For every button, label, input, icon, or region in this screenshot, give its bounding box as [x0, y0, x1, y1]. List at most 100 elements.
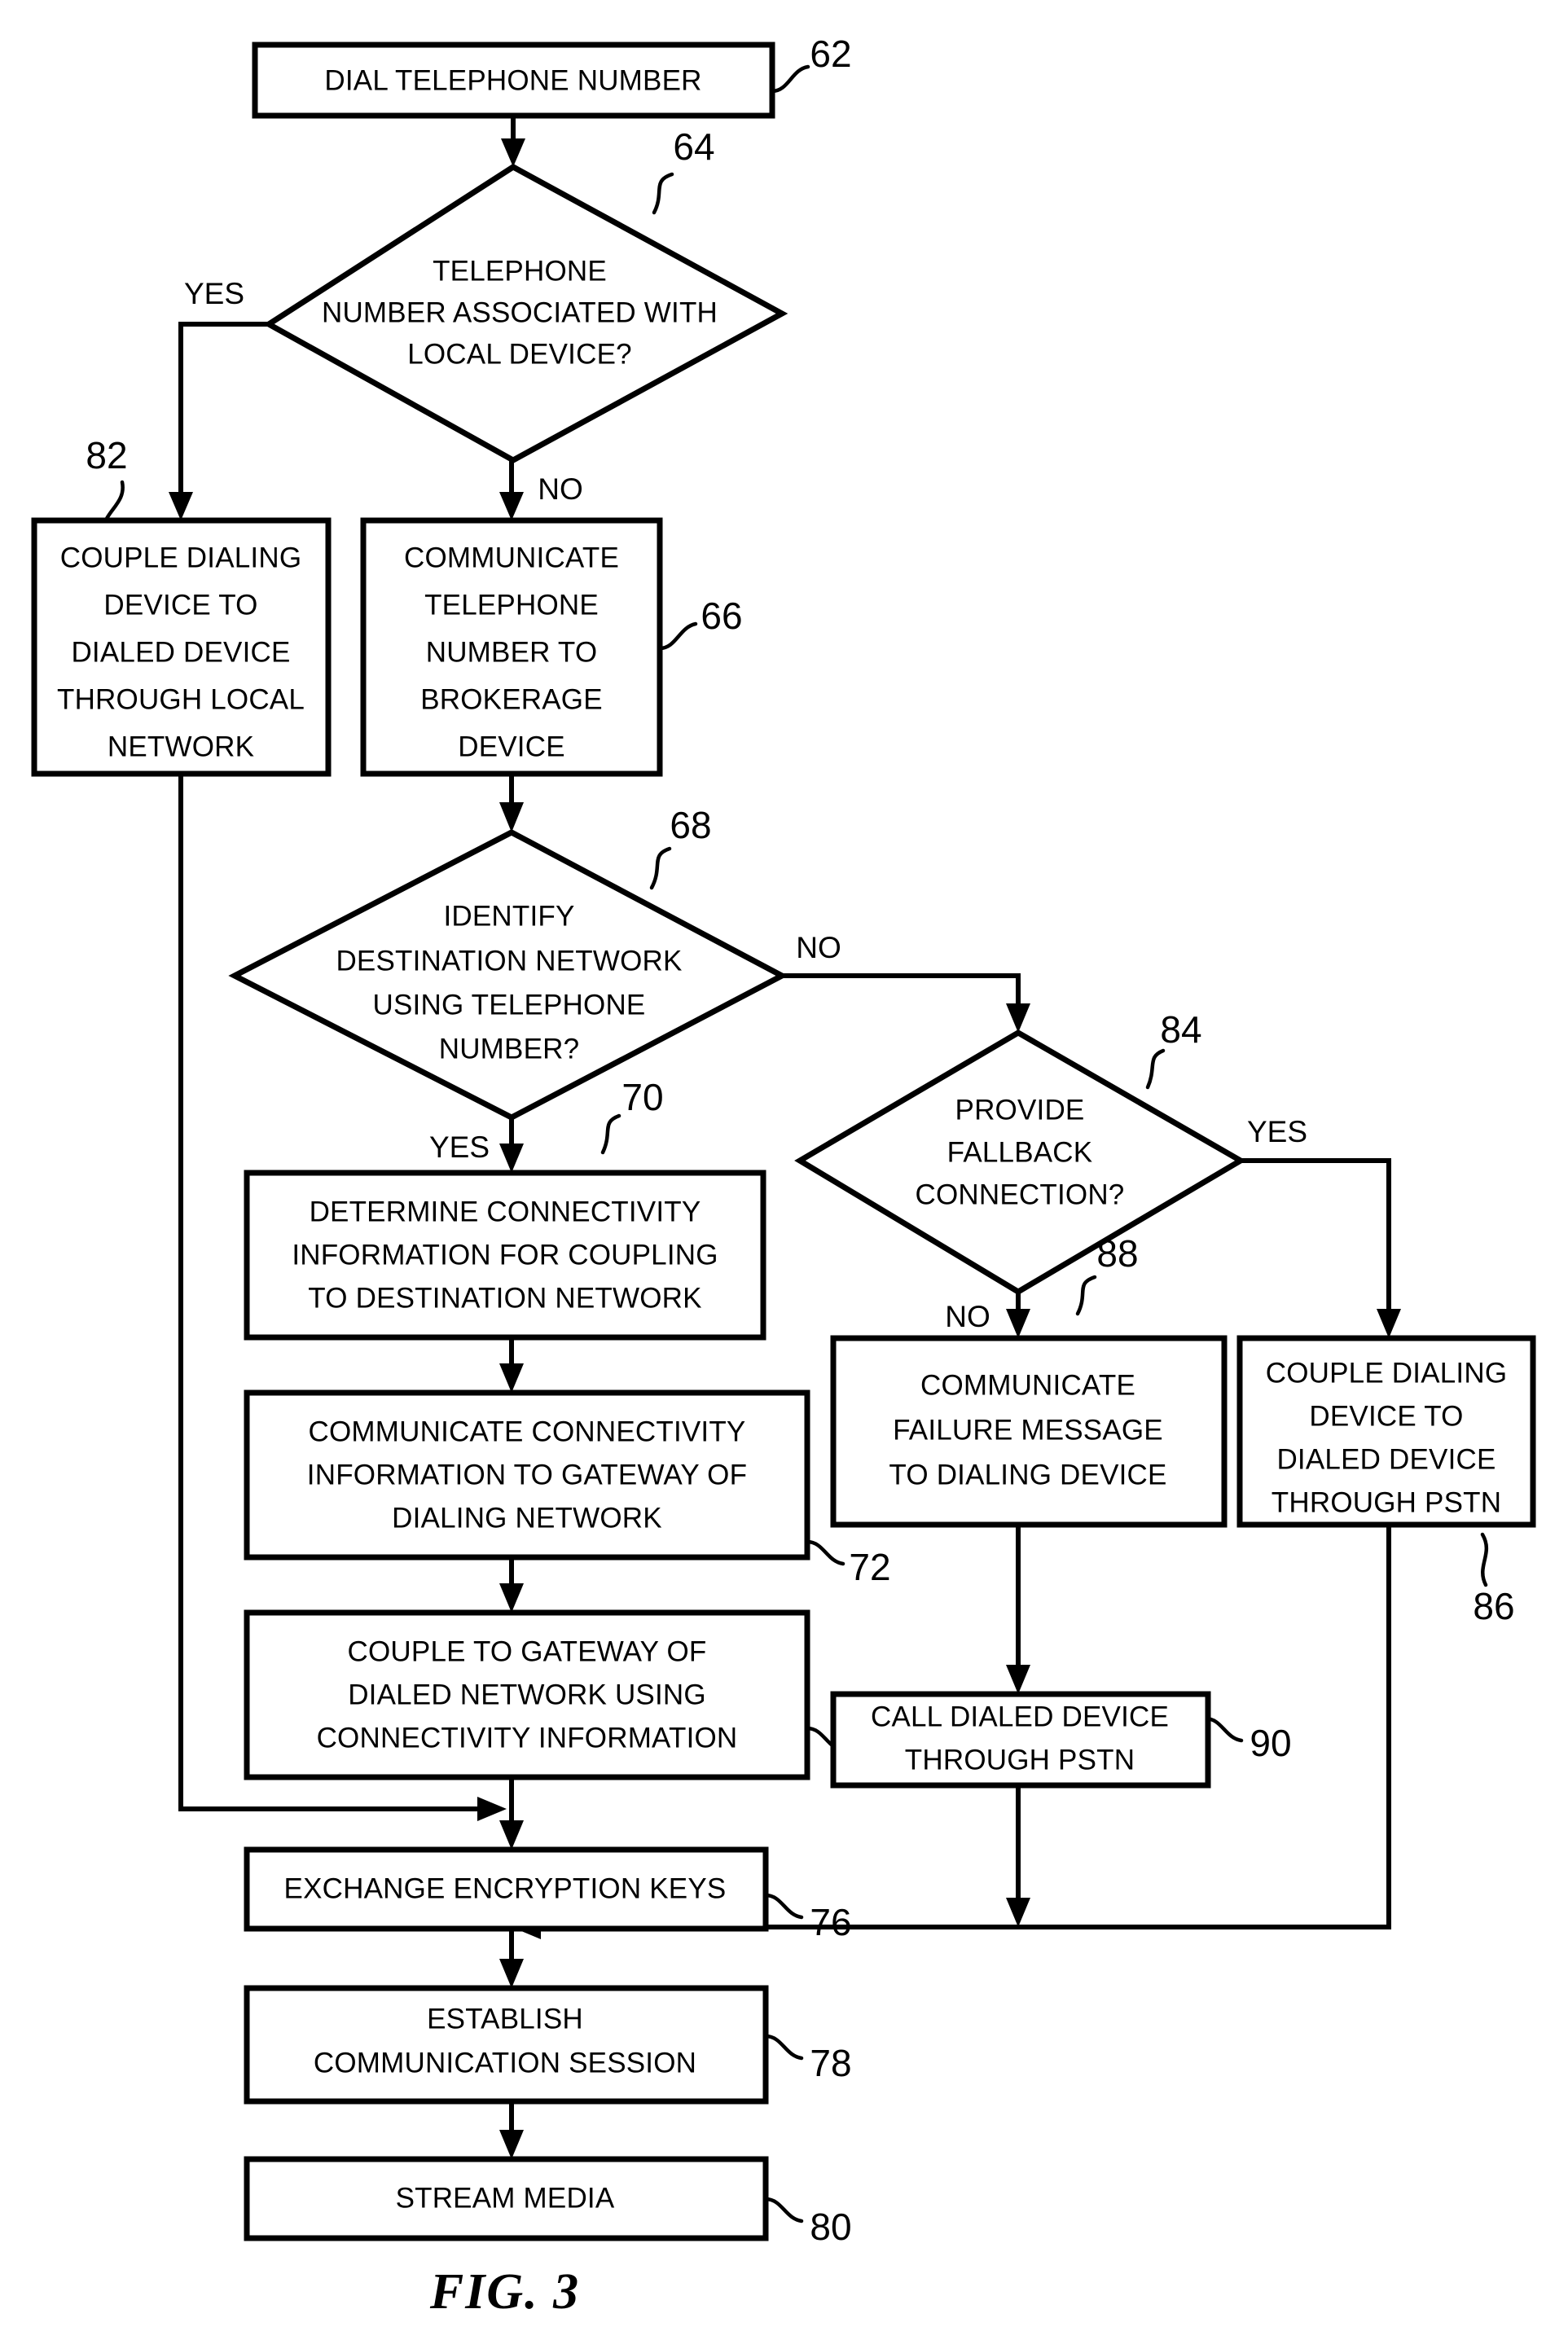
arrowhead-64-yes-to-82 — [169, 492, 193, 520]
node-84-line-0: PROVIDE — [955, 1094, 1085, 1126]
arrowhead-62-to-64 — [501, 138, 525, 167]
edge-64-yes-to-82 — [178, 322, 269, 505]
leader-64 — [652, 172, 674, 215]
arrowhead-76-to-78 — [499, 1959, 524, 1988]
node-86-line-1: DEVICE TO — [1309, 1400, 1463, 1432]
arrowhead-68-yes-to-70 — [499, 1144, 524, 1173]
ref-label-78: 78 — [810, 2042, 851, 2084]
node-72-communicate-connectivity-to-gateway: COMMUNICATE CONNECTIVITY INFORMATION TO … — [244, 1389, 891, 1588]
arrowhead-88-to-90 — [1006, 1665, 1030, 1694]
node-88-line-2: TO DIALING DEVICE — [889, 1459, 1166, 1490]
node-86-line-2: DIALED DEVICE — [1276, 1443, 1496, 1475]
node-88-line-1: FAILURE MESSAGE — [893, 1414, 1163, 1446]
patent-figure-3: DIAL TELEPHONE NUMBER 62 TELEPHONE NUMBE… — [0, 0, 1568, 2331]
node-90-line-0: CALL DIALED DEVICE — [871, 1701, 1169, 1732]
arrowhead-82-merge — [477, 1797, 507, 1821]
node-86-line-0: COUPLE DIALING — [1266, 1357, 1508, 1389]
arrowhead-64-no-to-66 — [499, 492, 524, 520]
branch-label-84-yes: YES — [1247, 1115, 1307, 1148]
node-64-telephone-number-local-device: TELEPHONE NUMBER ASSOCIATED WITH LOCAL D… — [184, 125, 788, 506]
node-90-line-1: THROUGH PSTN — [905, 1744, 1135, 1776]
node-82-line-2: DIALED DEVICE — [71, 636, 290, 668]
node-84-line-1: FALLBACK — [947, 1136, 1093, 1168]
branch-label-68-yes: YES — [429, 1130, 490, 1164]
node-66-line-4: DEVICE — [458, 731, 565, 762]
leader-90 — [1203, 1716, 1244, 1743]
node-76-line-0: EXCHANGE ENCRYPTION KEYS — [284, 1872, 727, 1904]
node-78-line-1: COMMUNICATION SESSION — [314, 2047, 696, 2079]
ref-label-86: 86 — [1473, 1585, 1514, 1627]
figure-caption: FIG. 3 — [429, 2264, 580, 2320]
node-66-line-1: TELEPHONE — [424, 589, 599, 621]
arrowhead-70-to-72 — [499, 1363, 524, 1393]
node-62-dial-telephone-number: DIAL TELEPHONE NUMBER 62 — [252, 33, 852, 119]
node-78-line-0: ESTABLISH — [427, 2003, 583, 2035]
ref-label-70: 70 — [621, 1076, 663, 1118]
arrowhead-78-to-80 — [499, 2130, 524, 2159]
node-64-line-2: LOCAL DEVICE? — [407, 338, 632, 370]
branch-label-84-no: NO — [945, 1300, 990, 1333]
ref-label-90: 90 — [1250, 1722, 1291, 1764]
node-70-line-0: DETERMINE CONNECTIVITY — [310, 1196, 701, 1227]
branch-label-68-no: NO — [796, 931, 841, 964]
ref-label-68: 68 — [670, 804, 711, 846]
node-66-line-3: BROKERAGE — [420, 683, 603, 715]
ref-label-62: 62 — [810, 33, 851, 75]
ref-label-82: 82 — [86, 434, 127, 476]
leader-86 — [1480, 1532, 1489, 1587]
leader-68 — [649, 846, 672, 890]
leader-70 — [600, 1113, 621, 1155]
node-70-line-1: INFORMATION FOR COUPLING — [292, 1239, 718, 1271]
node-86-line-3: THROUGH PSTN — [1272, 1486, 1501, 1518]
node-74-line-2: CONNECTIVITY INFORMATION — [317, 1722, 738, 1754]
node-74-couple-to-gateway-of-dialed-network: COUPLE TO GATEWAY OF DIALED NETWORK USIN… — [244, 1609, 891, 1780]
node-64-line-0: TELEPHONE — [433, 255, 607, 287]
arrowhead-84-no-to-88 — [1006, 1309, 1030, 1338]
arrowhead-74-to-76 — [499, 1820, 524, 1850]
leader-88 — [1075, 1275, 1097, 1316]
node-66-line-0: COMMUNICATE — [404, 542, 619, 573]
node-70-line-2: TO DESTINATION NETWORK — [308, 1282, 701, 1314]
leader-78 — [763, 2034, 804, 2061]
arrowhead-66-to-68 — [499, 802, 524, 832]
flowchart-canvas: DIAL TELEPHONE NUMBER 62 TELEPHONE NUMBE… — [31, 33, 1536, 2320]
ref-label-76: 76 — [810, 1901, 851, 1943]
ref-label-84: 84 — [1160, 1008, 1201, 1051]
arrowhead-72-to-74 — [499, 1583, 524, 1613]
arrowhead-68-no-to-84 — [1006, 1003, 1030, 1033]
leader-80 — [763, 2197, 804, 2223]
node-84-line-2: CONNECTION? — [916, 1179, 1125, 1210]
node-82-line-4: NETWORK — [108, 731, 254, 762]
node-68-identify-destination-network: IDENTIFY DESTINATION NETWORK USING TELEP… — [228, 804, 841, 1164]
node-64-line-1: NUMBER ASSOCIATED WITH — [322, 296, 718, 328]
ref-label-66: 66 — [701, 595, 742, 637]
node-68-line-2: USING TELEPHONE — [373, 989, 646, 1021]
leader-84 — [1145, 1048, 1166, 1090]
node-62-line-0: DIAL TELEPHONE NUMBER — [324, 64, 701, 96]
node-74-line-0: COUPLE TO GATEWAY OF — [348, 1635, 707, 1667]
node-82-line-0: COUPLE DIALING — [60, 542, 302, 573]
node-90-call-dialed-device-through-pstn: CALL DIALED DEVICE THROUGH PSTN 90 — [830, 1691, 1292, 1789]
leader-66 — [657, 621, 698, 651]
branch-label-64-yes: YES — [184, 277, 244, 310]
leader-76 — [763, 1893, 804, 1920]
node-82-line-1: DEVICE TO — [103, 589, 257, 621]
node-84-provide-fallback-connection: PROVIDE FALLBACK CONNECTION? 84 YES NO — [794, 1008, 1307, 1333]
leader-72 — [805, 1539, 845, 1566]
node-68-line-3: NUMBER? — [439, 1033, 580, 1065]
node-68-line-1: DESTINATION NETWORK — [336, 945, 682, 977]
node-80-stream-media: STREAM MEDIA 80 — [244, 2156, 852, 2248]
ref-label-64: 64 — [673, 125, 714, 168]
ref-label-72: 72 — [849, 1546, 890, 1588]
node-66-communicate-to-brokerage-device: COMMUNICATE TELEPHONE NUMBER TO BROKERAG… — [360, 517, 743, 777]
node-72-line-1: INFORMATION TO GATEWAY OF — [307, 1459, 747, 1490]
arrowhead-90-down — [1006, 1898, 1030, 1927]
node-72-line-0: COMMUNICATE CONNECTIVITY — [309, 1416, 746, 1447]
node-78-establish-communication-session: ESTABLISH COMMUNICATION SESSION 78 — [244, 1985, 852, 2105]
ref-label-88: 88 — [1096, 1232, 1138, 1275]
node-66-line-2: NUMBER TO — [426, 636, 598, 668]
node-82-line-3: THROUGH LOCAL — [57, 683, 305, 715]
arrowhead-84-yes-to-86 — [1377, 1309, 1401, 1338]
edge-68-no-to-84 — [782, 973, 1021, 1016]
node-80-line-0: STREAM MEDIA — [396, 2182, 615, 2214]
